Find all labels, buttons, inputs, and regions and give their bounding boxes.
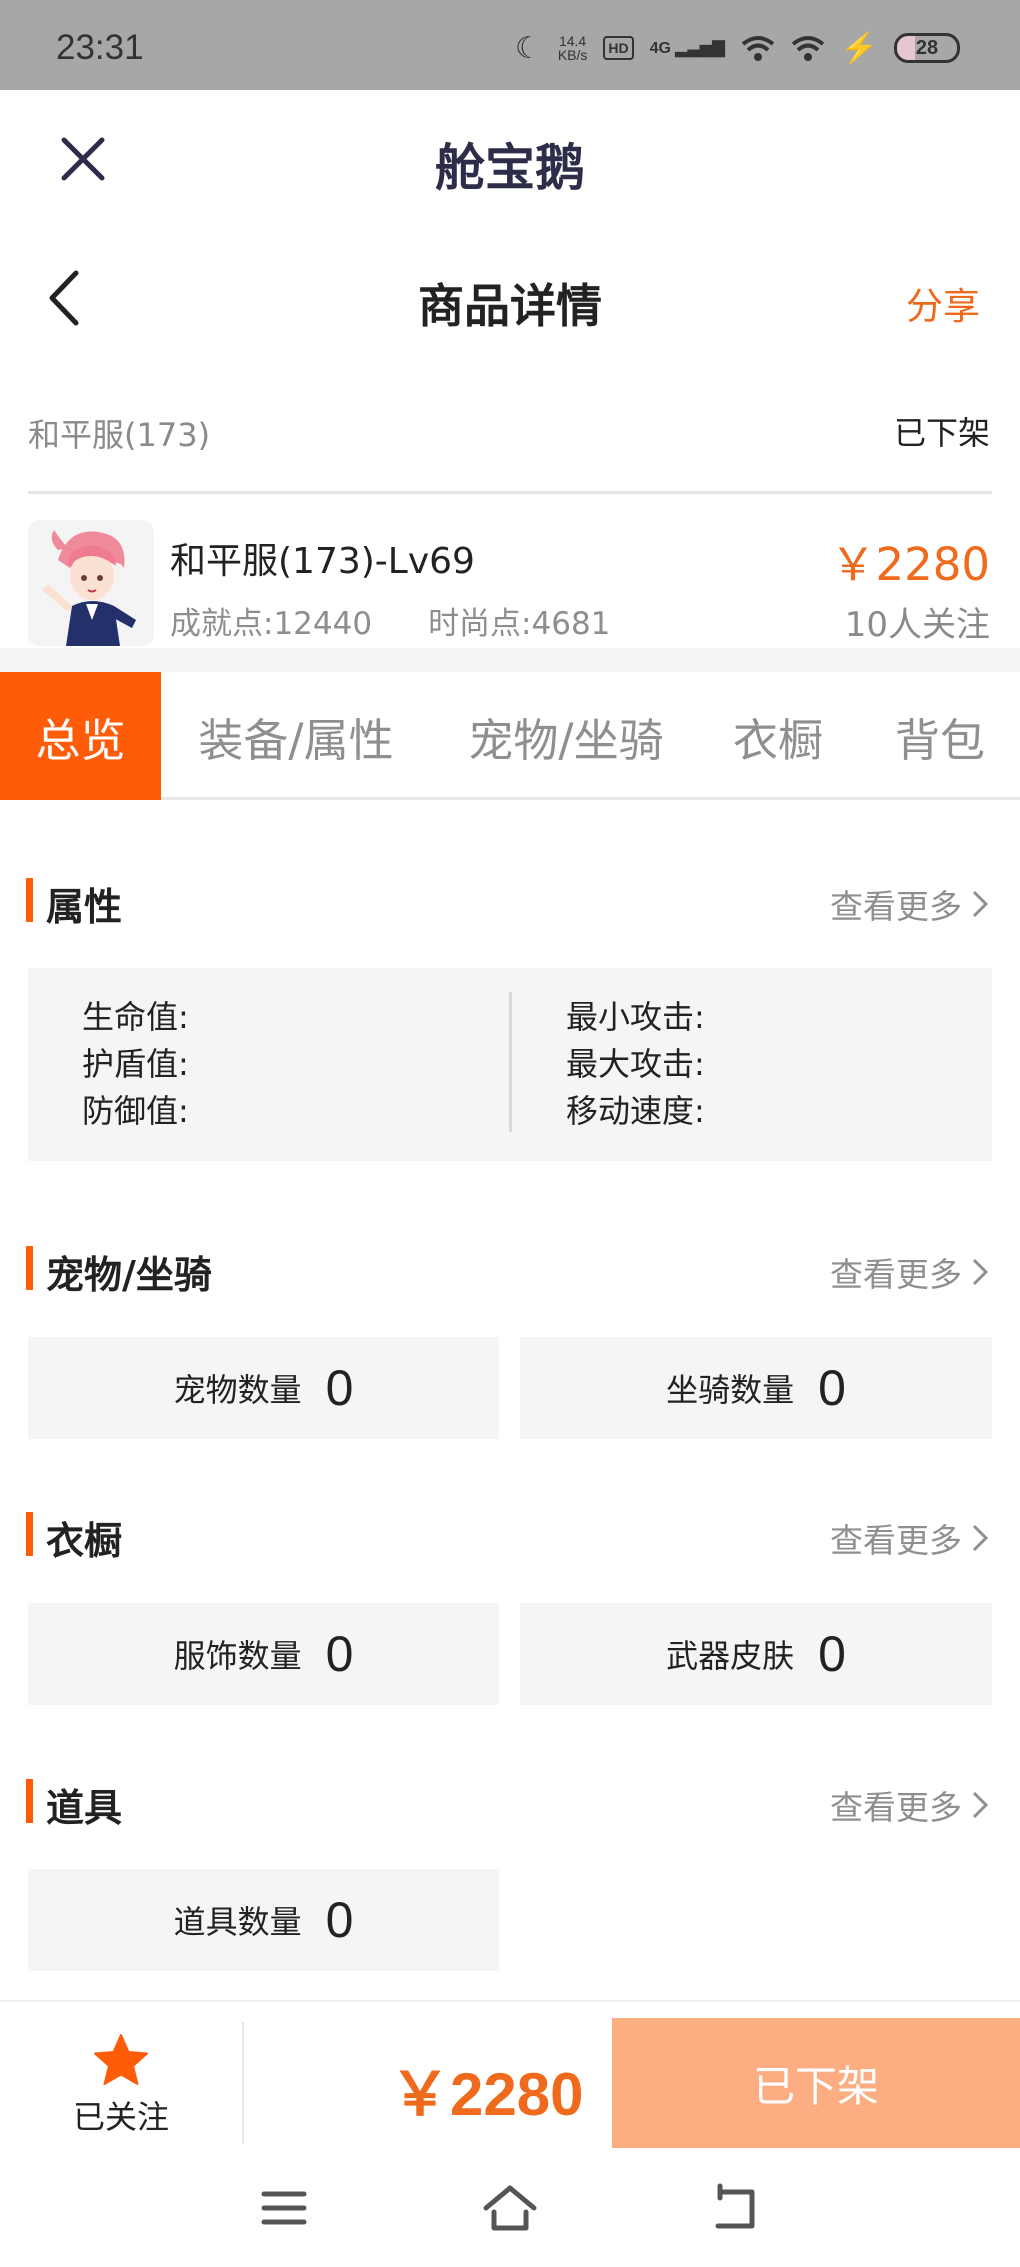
wifi-icon-2 bbox=[791, 36, 824, 61]
attr-max-attack: 最大攻击: bbox=[566, 1045, 705, 1083]
listing-title: 和平服(173)-Lv69 bbox=[170, 541, 475, 582]
tab-pets[interactable]: 宠物/坐骑 bbox=[448, 672, 684, 800]
status-icons: ☾ 14.4 KB/s HD 4G ▂▃▅▇ ⚡ 28 bbox=[515, 28, 960, 68]
back-icon bbox=[715, 2183, 755, 2229]
back-button[interactable] bbox=[40, 265, 90, 331]
chevron-right-icon bbox=[972, 1258, 989, 1286]
follower-count: 10人关注 bbox=[844, 605, 990, 645]
battery-icon: 28 bbox=[894, 33, 960, 63]
view-more-items[interactable]: 查看更多 bbox=[830, 1781, 990, 1829]
stat-label: 服饰数量 bbox=[173, 1637, 302, 1675]
chevron-right-icon bbox=[972, 890, 989, 918]
delisted-button[interactable]: 已下架 bbox=[612, 2018, 1020, 2148]
view-more-label: 查看更多 bbox=[830, 1521, 962, 1560]
divider bbox=[28, 491, 992, 494]
attributes-right: 最小攻击: 最大攻击: 移动速度: bbox=[566, 994, 705, 1135]
tab-bag[interactable]: 背包 bbox=[870, 672, 1010, 800]
section-title-pets: 宠物/坐骑 bbox=[46, 1253, 212, 1297]
section-marker bbox=[26, 1246, 33, 1290]
tab-overview[interactable]: 总览 bbox=[0, 672, 161, 800]
section-title-attributes: 属性 bbox=[46, 885, 123, 929]
wifi-icon bbox=[741, 36, 774, 61]
charging-icon: ⚡ bbox=[840, 31, 878, 65]
share-button[interactable]: 分享 bbox=[906, 276, 980, 330]
attributes-panel: 生命值: 护盾值: 防御值: 最小攻击: 最大攻击: 移动速度: bbox=[28, 968, 992, 1161]
character-avatar bbox=[28, 520, 154, 646]
listing-price: ￥2280 bbox=[830, 538, 990, 591]
view-more-attributes[interactable]: 查看更多 bbox=[830, 880, 990, 928]
home-icon bbox=[483, 2185, 537, 2231]
nav-back-button[interactable] bbox=[706, 2178, 766, 2238]
follow-label: 已关注 bbox=[72, 2098, 169, 2136]
close-icon bbox=[61, 137, 105, 181]
divider bbox=[242, 2022, 244, 2144]
chevron-left-icon bbox=[49, 270, 79, 326]
hd-icon: HD bbox=[603, 36, 634, 60]
section-title-items: 道具 bbox=[46, 1786, 123, 1830]
view-more-label: 查看更多 bbox=[830, 1255, 962, 1294]
status-time: 23:31 bbox=[56, 28, 144, 67]
stat-costume-count: 服饰数量 0 bbox=[28, 1603, 499, 1705]
nav-menu-button[interactable] bbox=[254, 2178, 314, 2238]
page-title: 商品详情 bbox=[418, 279, 602, 333]
attributes-divider bbox=[509, 992, 512, 1132]
bottom-price: ￥2280 bbox=[390, 2061, 584, 2128]
section-separator bbox=[0, 648, 1020, 672]
signal-icon: 4G ▂▃▅▇ bbox=[649, 40, 725, 57]
attr-shield: 护盾值: bbox=[82, 1045, 189, 1083]
attr-defense: 防御值: bbox=[82, 1092, 189, 1130]
app-title: 舱宝鹅 bbox=[435, 139, 585, 197]
listing-status: 已下架 bbox=[893, 414, 990, 452]
stat-value: 0 bbox=[325, 1626, 354, 1682]
character-image bbox=[28, 520, 154, 646]
fashion-points: 时尚点:4681 bbox=[428, 606, 611, 642]
attr-hp: 生命值: bbox=[82, 998, 189, 1036]
stat-label: 坐骑数量 bbox=[666, 1371, 795, 1409]
menu-icon bbox=[261, 2191, 307, 2225]
stat-label: 道具数量 bbox=[173, 1903, 302, 1941]
section-marker bbox=[26, 1512, 33, 1556]
view-more-label: 查看更多 bbox=[830, 1788, 962, 1827]
moon-icon: ☾ bbox=[514, 31, 542, 65]
attr-move-speed: 移动速度: bbox=[566, 1092, 705, 1130]
attributes-left: 生命值: 护盾值: 防御值: bbox=[82, 994, 189, 1135]
star-icon bbox=[94, 2034, 148, 2085]
chevron-right-icon bbox=[972, 1791, 989, 1819]
stat-pet-count: 宠物数量 0 bbox=[28, 1337, 499, 1439]
section-marker bbox=[26, 1779, 33, 1823]
listing-points: 成就点:12440 时尚点:4681 bbox=[170, 598, 610, 643]
stat-value: 0 bbox=[325, 1892, 354, 1948]
network-speed: 14.4 KB/s bbox=[557, 33, 588, 63]
close-button[interactable] bbox=[52, 128, 114, 190]
nav-home-button[interactable] bbox=[480, 2178, 540, 2238]
section-marker bbox=[26, 878, 33, 922]
stat-label: 宠物数量 bbox=[173, 1371, 302, 1409]
stat-value: 0 bbox=[818, 1626, 846, 1682]
attr-min-attack: 最小攻击: bbox=[566, 998, 705, 1036]
server-name: 和平服(173) bbox=[28, 416, 211, 454]
follow-button[interactable]: 已关注 bbox=[0, 2020, 242, 2150]
section-title-wardrobe: 衣橱 bbox=[46, 1519, 123, 1563]
stat-value: 0 bbox=[325, 1360, 354, 1416]
tab-bar: 总览 装备/属性 宠物/坐骑 衣橱 背包 bbox=[0, 672, 1020, 800]
chevron-right-icon bbox=[972, 1524, 989, 1552]
tab-wardrobe[interactable]: 衣橱 bbox=[714, 672, 842, 800]
stat-value: 0 bbox=[818, 1360, 846, 1416]
achievement-points: 成就点:12440 bbox=[170, 606, 373, 642]
stat-mount-count: 坐骑数量 0 bbox=[520, 1337, 992, 1439]
tab-equipment[interactable]: 装备/属性 bbox=[178, 672, 414, 800]
view-more-pets[interactable]: 查看更多 bbox=[830, 1248, 990, 1296]
stat-weapon-skins: 武器皮肤 0 bbox=[520, 1603, 992, 1705]
stat-label: 武器皮肤 bbox=[666, 1637, 795, 1675]
navigation-bar bbox=[0, 2150, 1020, 2267]
stat-item-count: 道具数量 0 bbox=[28, 1869, 499, 1971]
view-more-wardrobe[interactable]: 查看更多 bbox=[830, 1514, 990, 1562]
view-more-label: 查看更多 bbox=[830, 887, 962, 926]
